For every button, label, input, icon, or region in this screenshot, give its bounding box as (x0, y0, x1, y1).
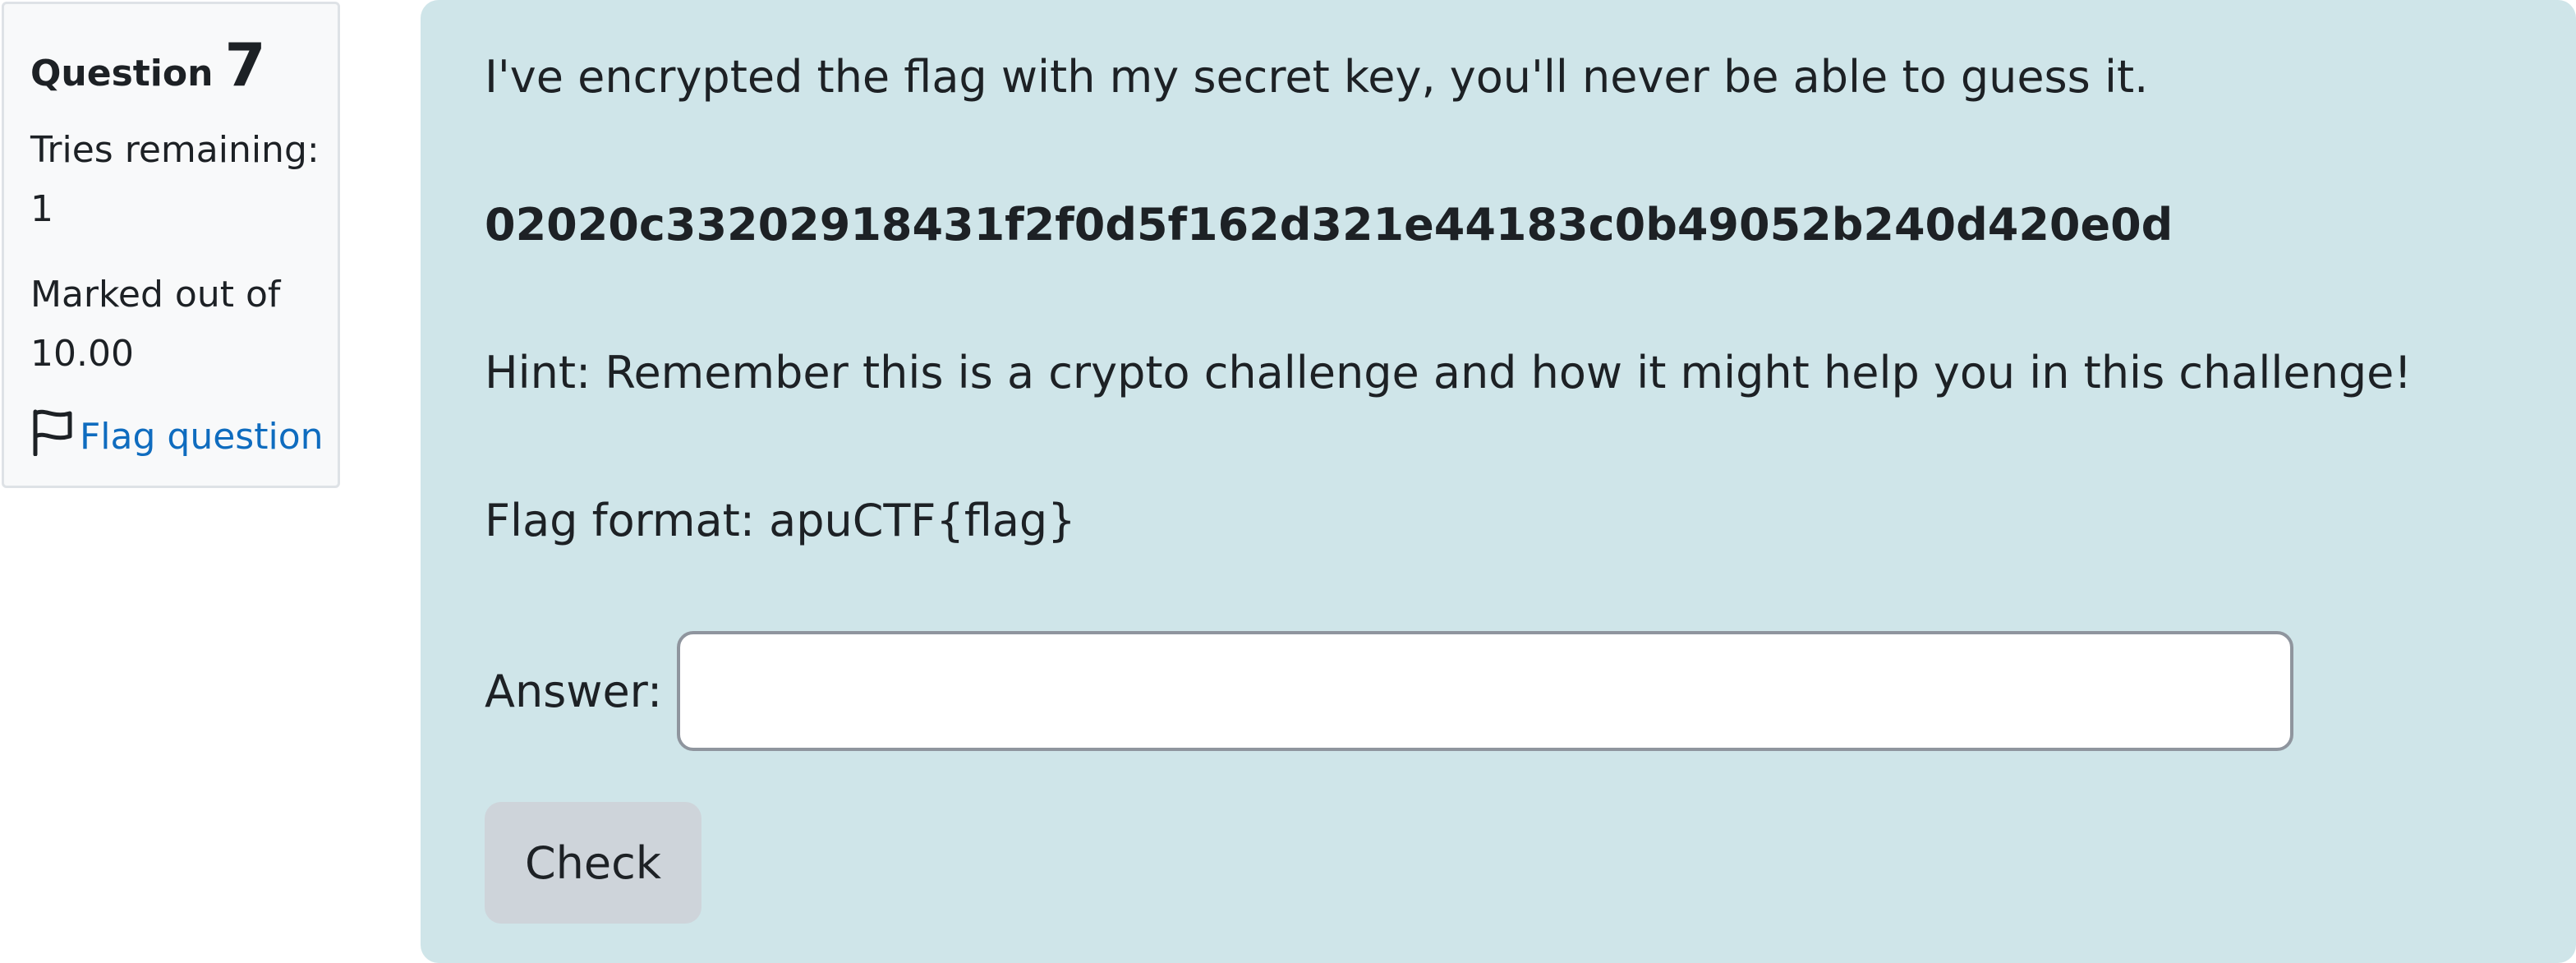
marked-out-of-value: 10.00 (30, 333, 134, 375)
question-number: 7 (224, 30, 266, 99)
hint-text: Hint: Remember this is a crypto challeng… (485, 347, 2412, 399)
ciphertext: 02020c33202918431f2f0d5f162d321e44183c0b… (485, 199, 2174, 251)
question-content-panel: I've encrypted the flag with my secret k… (421, 0, 2576, 963)
question-info-panel: Question 7 Tries remaining: 1 Marked out… (2, 2, 340, 488)
flag-question-link[interactable]: Flag question (30, 408, 338, 465)
check-button[interactable]: Check (485, 802, 702, 924)
question-word: Question (30, 53, 214, 94)
flag-format-text: Flag format: apuCTF{flag} (485, 495, 1076, 546)
answer-label: Answer: (485, 665, 663, 717)
answer-row: Answer: (485, 631, 2294, 751)
question-heading: Question 7 (30, 35, 338, 94)
flag-icon (30, 408, 80, 465)
question-intro-text: I've encrypted the flag with my secret k… (485, 51, 2149, 103)
tries-remaining-value: 1 (30, 188, 53, 230)
answer-input[interactable] (677, 631, 2294, 751)
tries-remaining-label: Tries remaining: (30, 129, 320, 171)
marked-out-of-label: Marked out of (30, 274, 281, 316)
flag-question-label[interactable]: Flag question (80, 416, 324, 458)
